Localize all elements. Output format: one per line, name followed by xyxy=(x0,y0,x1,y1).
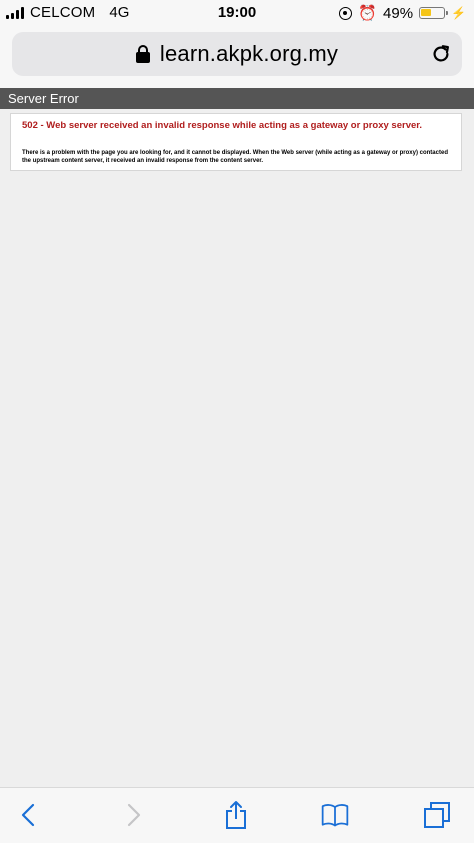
battery-percent: 49% xyxy=(383,4,414,22)
alarm-icon: ⏰ xyxy=(358,5,378,22)
battery-icon xyxy=(419,7,449,19)
reload-icon[interactable] xyxy=(430,43,452,65)
tabs-icon[interactable] xyxy=(422,800,452,830)
charging-icon: ⚡ xyxy=(451,6,466,20)
address-center: learn.akpk.org.my xyxy=(12,32,462,76)
page-header-title: Server Error xyxy=(8,91,79,106)
orientation-lock-icon xyxy=(339,6,353,20)
battery-fill xyxy=(421,9,432,16)
status-bar: CELCOM 4G 19:00 ⏰ 49% ⚡ xyxy=(0,0,474,26)
error-content: 502 - Web server received an invalid res… xyxy=(10,113,462,171)
status-right: ⏰ 49% ⚡ xyxy=(339,4,466,22)
bottom-toolbar xyxy=(0,787,474,843)
share-icon[interactable] xyxy=(221,800,251,830)
error-description: There is a problem with the page you are… xyxy=(22,150,448,164)
address-bar[interactable]: learn.akpk.org.my xyxy=(12,32,462,76)
forward-icon[interactable] xyxy=(118,800,148,830)
error-title: 502 - Web server received an invalid res… xyxy=(22,120,423,131)
back-icon[interactable] xyxy=(14,800,44,830)
url-text[interactable]: learn.akpk.org.my xyxy=(160,41,338,67)
bookmarks-icon[interactable] xyxy=(320,800,350,830)
address-bar-region: learn.akpk.org.my xyxy=(0,26,474,88)
lock-icon xyxy=(135,45,150,63)
page-header: Server Error xyxy=(0,88,474,109)
